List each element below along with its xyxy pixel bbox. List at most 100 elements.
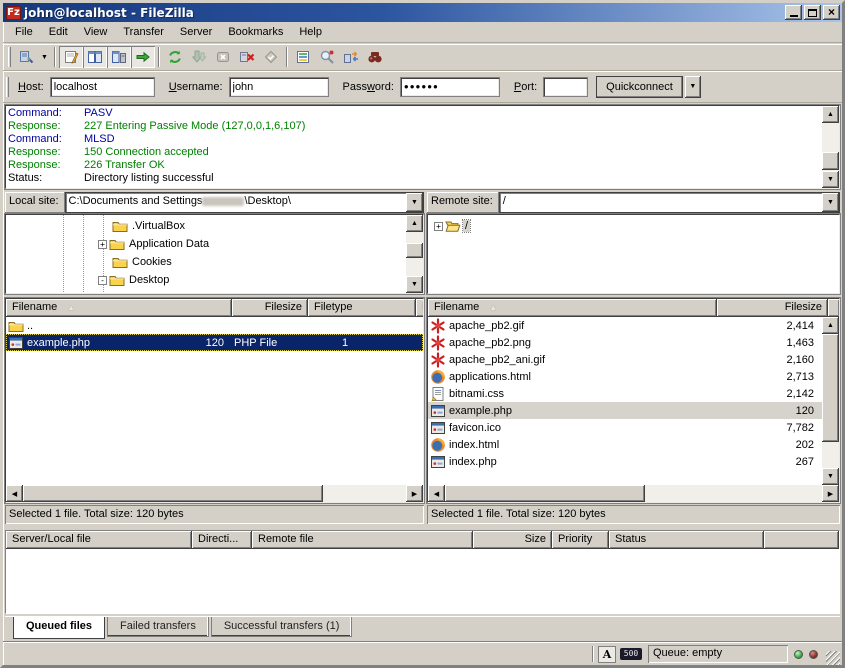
disconnect-button[interactable] xyxy=(235,46,259,68)
column-header-filename[interactable]: Filename▲ xyxy=(428,299,717,317)
datatype-indicator[interactable]: A xyxy=(598,646,616,663)
toggle-local-tree-button[interactable] xyxy=(83,46,107,68)
scroll-up-icon[interactable]: ▲ xyxy=(406,215,423,232)
menu-edit[interactable]: Edit xyxy=(41,24,76,40)
toggle-transfer-queue-button[interactable] xyxy=(131,46,155,68)
file-row[interactable]: apache_pb2_ani.gif 2,160 xyxy=(428,351,822,368)
scroll-down-icon[interactable]: ▼ xyxy=(822,171,839,188)
close-button[interactable]: × xyxy=(823,5,840,20)
parent-directory-row[interactable]: .. xyxy=(6,317,423,334)
column-header-status[interactable]: Status xyxy=(609,531,764,549)
site-manager-dropdown-button[interactable]: ▼ xyxy=(38,46,51,68)
file-row[interactable]: apache_pb2.png 1,463 xyxy=(428,334,822,351)
tree-item-desktop[interactable]: - Desktop xyxy=(6,271,406,289)
port-input[interactable] xyxy=(543,77,588,97)
expand-icon[interactable]: + xyxy=(98,240,107,249)
column-header-priority[interactable]: Priority xyxy=(552,531,609,549)
file-row[interactable]: applications.html 2,713 xyxy=(428,368,822,385)
tab-successful-transfers[interactable]: Successful transfers (1) xyxy=(211,617,353,637)
reconnect-button[interactable] xyxy=(259,46,283,68)
message-log-scrollbar[interactable]: ▲ ▼ xyxy=(822,106,839,188)
title-bar[interactable]: Fz john@localhost - FileZilla × xyxy=(3,3,842,22)
find-files-button[interactable] xyxy=(363,46,387,68)
username-input[interactable] xyxy=(229,77,329,97)
file-row[interactable]: apache_pb2.gif 2,414 xyxy=(428,317,822,334)
site-manager-button[interactable] xyxy=(14,46,38,68)
local-path-dropdown-button[interactable]: ▼ xyxy=(406,193,423,212)
file-row[interactable]: index.php 267 xyxy=(428,453,822,470)
host-input[interactable] xyxy=(50,77,155,97)
scroll-right-icon[interactable]: ▶ xyxy=(822,485,839,502)
toolbar-grip[interactable] xyxy=(8,47,11,67)
local-tree-scrollbar[interactable]: ▲ ▼ xyxy=(406,215,423,293)
tree-item-cookies[interactable]: Cookies xyxy=(6,253,406,271)
queue-body[interactable] xyxy=(6,549,839,613)
quickbar-grip[interactable] xyxy=(6,77,9,97)
menu-file[interactable]: File xyxy=(7,24,41,40)
file-row-example-php[interactable]: example.php 120 PHP File 1 xyxy=(6,334,423,351)
collapse-icon[interactable]: - xyxy=(98,276,107,285)
scrollbar-thumb[interactable] xyxy=(822,152,839,170)
scroll-up-icon[interactable]: ▲ xyxy=(822,317,839,334)
scrollbar-thumb[interactable] xyxy=(406,243,423,258)
local-list-body: .. example.php 120 PHP File 1 xyxy=(6,317,423,485)
column-header-remote-file[interactable]: Remote file xyxy=(252,531,473,549)
column-header-direction[interactable]: Directi... xyxy=(192,531,252,549)
tree-item-root[interactable]: + / xyxy=(428,217,839,235)
column-header-filesize[interactable]: Filesize xyxy=(717,299,828,317)
local-path-combobox[interactable]: C:\Documents and Settings\Desktop\ ▼ xyxy=(65,192,424,213)
toggle-remote-tree-button[interactable] xyxy=(107,46,131,68)
scroll-up-icon[interactable]: ▲ xyxy=(822,106,839,123)
tree-item-application-data[interactable]: + Application Data xyxy=(6,235,406,253)
file-row-selected[interactable]: example.php 120 xyxy=(428,402,822,419)
cancel-operation-button[interactable] xyxy=(211,46,235,68)
message-log-icon xyxy=(63,49,79,65)
remote-path-dropdown-button[interactable]: ▼ xyxy=(822,193,839,212)
column-header-filesize[interactable]: Filesize xyxy=(232,299,308,317)
remote-list-scrollbar[interactable]: ▲ ▼ xyxy=(822,317,839,485)
scroll-left-icon[interactable]: ◀ xyxy=(428,485,445,502)
filename-filters-button[interactable] xyxy=(291,46,315,68)
toolbar-separator xyxy=(286,47,288,67)
local-list-hscrollbar[interactable]: ◀ ▶ xyxy=(6,485,423,502)
column-header-size[interactable]: Size xyxy=(473,531,552,549)
maximize-button[interactable] xyxy=(804,5,821,20)
quickconnect-button[interactable]: Quickconnect xyxy=(596,76,683,98)
tab-failed-transfers[interactable]: Failed transfers xyxy=(107,617,209,637)
menu-server[interactable]: Server xyxy=(172,24,220,40)
scroll-right-icon[interactable]: ▶ xyxy=(406,485,423,502)
expand-icon[interactable]: + xyxy=(434,222,443,231)
scrollbar-thumb[interactable] xyxy=(445,485,645,502)
scroll-down-icon[interactable]: ▼ xyxy=(406,276,423,293)
menu-help[interactable]: Help xyxy=(291,24,330,40)
minimize-button[interactable] xyxy=(785,5,802,20)
speed-limit-indicator[interactable]: 500 xyxy=(620,648,642,660)
column-header-filename[interactable]: Filename▲ xyxy=(6,299,232,317)
remote-list-hscrollbar[interactable]: ◀ ▶ xyxy=(428,485,839,502)
column-header-filetype[interactable]: Filetype xyxy=(308,299,416,317)
scrollbar-thumb[interactable] xyxy=(822,334,839,442)
menu-bookmarks[interactable]: Bookmarks xyxy=(220,24,291,40)
tab-queued-files[interactable]: Queued files xyxy=(13,617,105,639)
synchronized-browsing-button[interactable] xyxy=(339,46,363,68)
process-queue-button[interactable] xyxy=(187,46,211,68)
column-header-server-local-file[interactable]: Server/Local file xyxy=(6,531,192,549)
scrollbar-thumb[interactable] xyxy=(23,485,323,502)
toggle-message-log-button[interactable] xyxy=(59,46,83,68)
password-input[interactable] xyxy=(400,77,500,97)
file-row[interactable]: bitnami.css 2,142 xyxy=(428,385,822,402)
quickconnect-dropdown-button[interactable]: ▼ xyxy=(685,76,701,98)
filezilla-app-icon[interactable]: Fz xyxy=(6,6,21,20)
directory-comparison-button[interactable] xyxy=(315,46,339,68)
menu-transfer[interactable]: Transfer xyxy=(115,24,172,40)
file-row[interactable]: favicon.ico 7,782 xyxy=(428,419,822,436)
tree-item-virtualbox[interactable]: .VirtualBox xyxy=(6,217,406,235)
refresh-button[interactable] xyxy=(163,46,187,68)
column-header-lastmodified[interactable]: L xyxy=(416,299,424,317)
scroll-down-icon[interactable]: ▼ xyxy=(822,468,839,485)
remote-path-combobox[interactable]: / ▼ xyxy=(499,192,840,213)
file-row[interactable]: index.html 202 xyxy=(428,436,822,453)
menu-view[interactable]: View xyxy=(76,24,116,40)
scroll-left-icon[interactable]: ◀ xyxy=(6,485,23,502)
resize-grip[interactable] xyxy=(826,651,840,665)
